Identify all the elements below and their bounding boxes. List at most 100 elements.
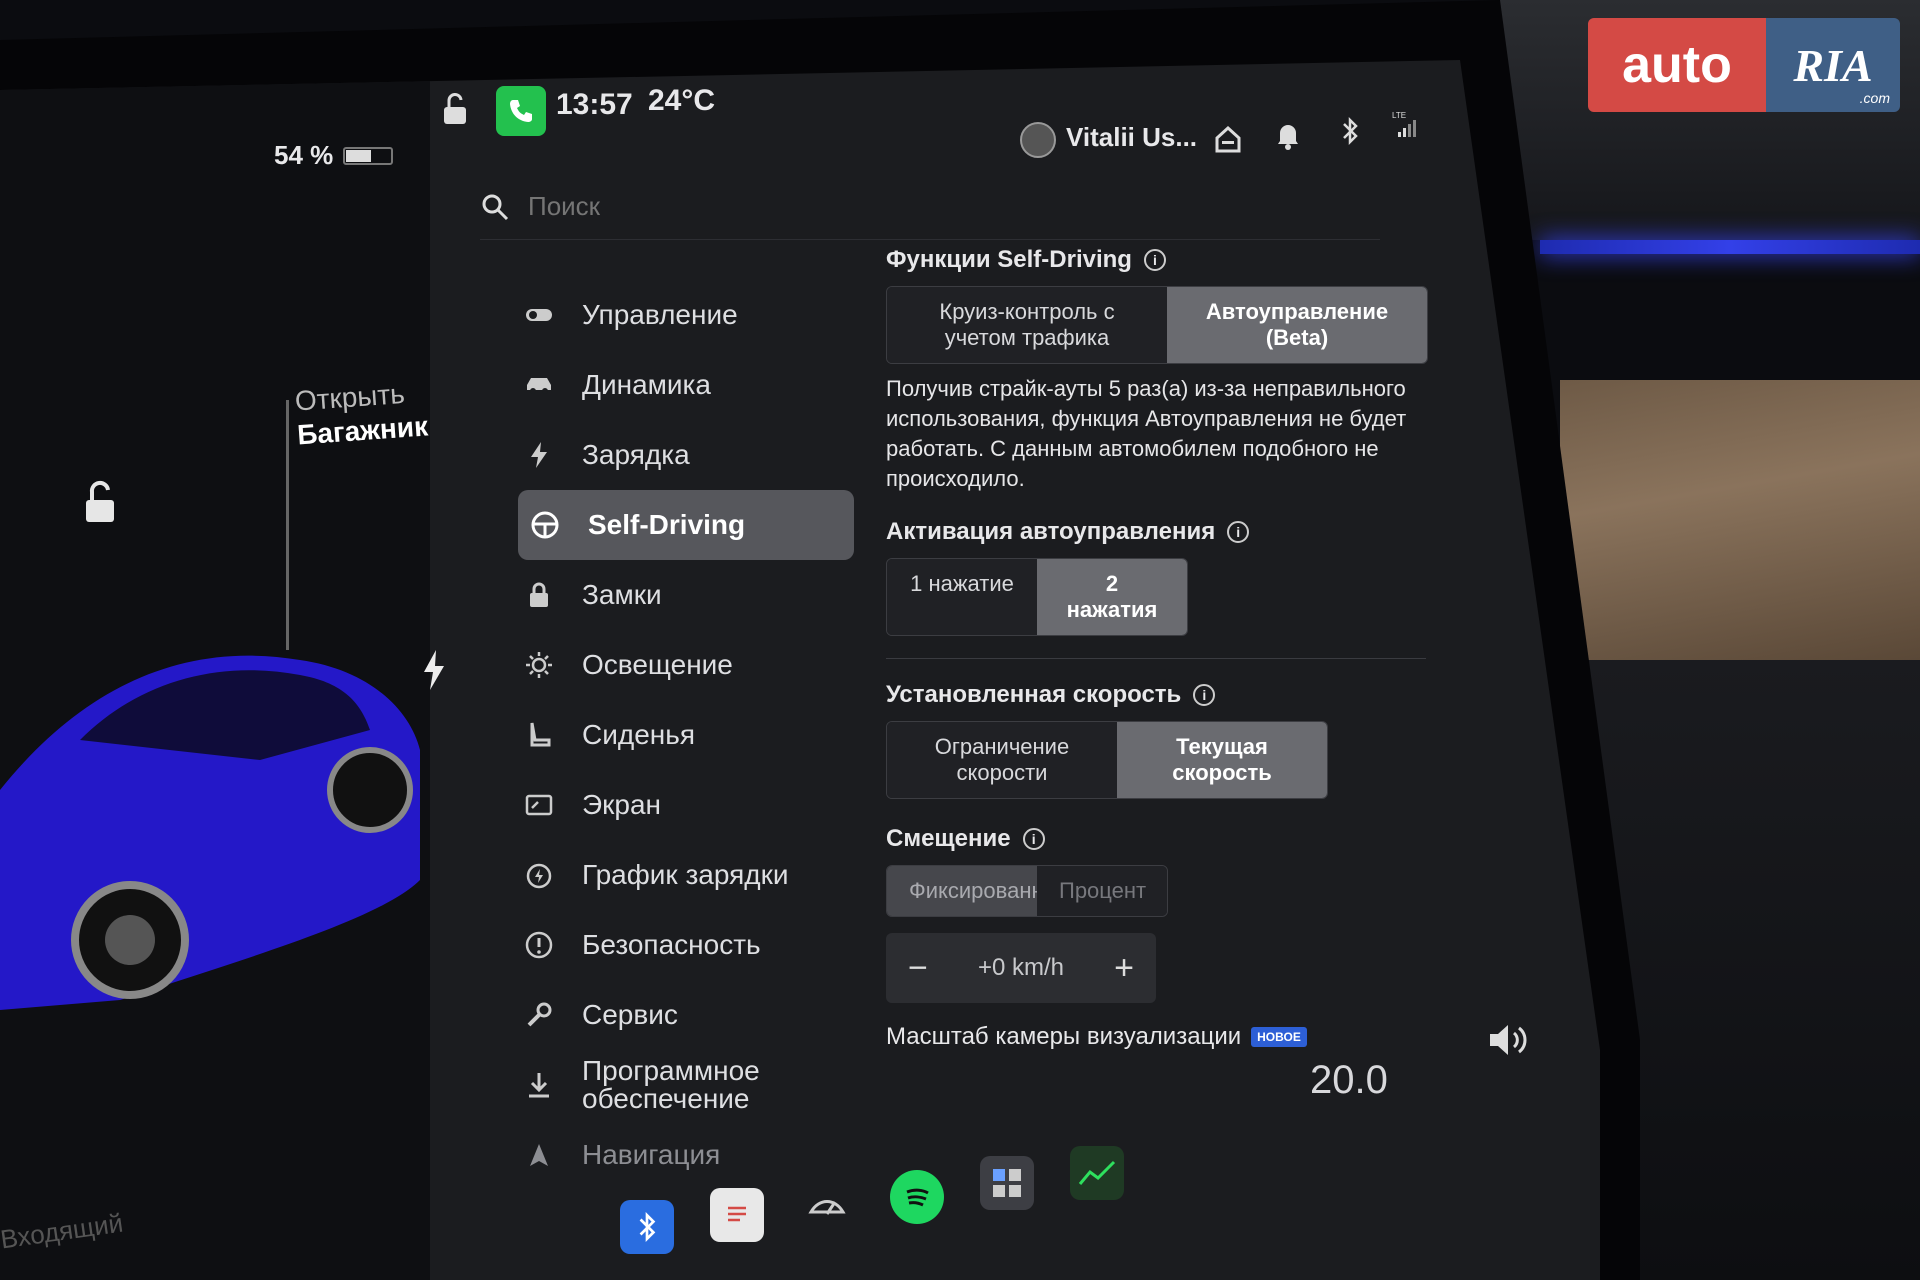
sidebar-item-software[interactable]: Программное обеспечение [512,1050,862,1120]
spotify-icon [906,1188,929,1207]
unlock-icon[interactable] [80,480,120,524]
home-icon[interactable] [1214,124,1242,154]
self-driving-settings: Функции Self-Driving i Круиз-контроль с … [886,246,1486,1051]
car-status-panel: 54 % Открыть Багажник Входящий [0,60,444,1280]
search-icon [482,194,509,220]
logo-ria-text: RIA [1793,39,1873,91]
search-input[interactable] [528,191,1128,222]
touchscreen: 54 % Открыть Багажник Входящий 13:57 24°… [0,60,1600,1280]
open-trunk-button[interactable]: Открыть Багажник [294,376,429,453]
info-icon[interactable]: i [1022,828,1045,850]
info-icon[interactable]: i [1227,521,1250,543]
ambient-light-strip [1540,240,1920,254]
fixed-offset-option[interactable]: Фиксированно [887,866,1056,916]
settings-sidebar: Управление Динамика Зарядка Self-Driving… [512,280,862,1190]
new-badge: НОВОЕ [1251,1027,1307,1047]
info-icon[interactable]: i [1143,249,1166,271]
bell-icon[interactable] [1274,120,1302,150]
autosteer-option[interactable]: Автоуправление (Beta) [1167,287,1427,363]
set-speed-selector: Ограничение скорости Текущая скорость [886,721,1328,799]
sidebar-item-self-driving[interactable]: Self-Driving [518,490,854,560]
profile-name[interactable]: Vitalii Us... [1066,122,1197,153]
sidebar-item-lighting[interactable]: Освещение [512,630,862,700]
autoria-logo: auto RIA .com [1588,18,1900,112]
set-speed-title: Установленная скорость i [886,681,1486,709]
divider [886,658,1426,659]
download-icon [529,1073,549,1098]
sidebar-item-label: Навигация [582,1139,721,1170]
current-speed-option[interactable]: Текущая скорость [1117,722,1327,798]
logo-com-text: .com [1859,90,1890,106]
sidebar-item-seats[interactable]: Сиденья [512,700,862,770]
svg-text:LTE: LTE [1392,111,1406,120]
sidebar-item-service[interactable]: Сервис [512,980,862,1050]
sidebar-item-dynamics[interactable]: Динамика [512,350,862,420]
strikeout-warning: Получив страйк-ауты 5 раз(а) из-за непра… [886,376,1407,491]
battery-icon [343,146,394,165]
sidebar-item-label: Программное обеспечение [582,1055,760,1114]
double-pull-option[interactable]: 2 нажатия [1037,559,1187,635]
clock-bolt-icon [526,863,552,889]
sidebar-item-charge-schedule[interactable]: График зарядки [512,840,862,910]
incoming-call-label: Входящий [0,1207,125,1255]
bolt-icon [531,442,547,468]
car-icon [527,378,551,394]
wiper-icon [808,1200,846,1215]
dock-notepad[interactable] [710,1188,764,1242]
speed-limit-option[interactable]: Ограничение скорости [887,722,1117,798]
sidebar-item-charging[interactable]: Зарядка [512,420,862,490]
activation-title: Активация автоуправления i [886,518,1486,546]
camera-zoom-value[interactable]: 20.0 [1310,1058,1388,1103]
sidebar-item-label: График зарядки [582,859,789,890]
camera-zoom-row: Масштаб камеры визуализации НОВОЕ [886,1023,1486,1051]
offset-value: +0 km/h [977,954,1065,981]
bluetooth-icon[interactable] [1336,116,1364,146]
wood-trim [1560,380,1920,660]
lock-open-icon[interactable] [440,92,474,126]
clock: 13:57 [556,88,633,121]
self-driving-title: Функции Self-Driving i [886,246,1486,274]
sidebar-item-label: Зарядка [582,439,690,470]
sidebar-item-label: Управление [582,299,738,330]
info-icon[interactable]: i [1193,684,1216,706]
offset-selector: Фиксированно Процент [886,865,1168,917]
navigation-icon [530,1144,548,1166]
seat-icon [530,722,551,747]
dock-apps[interactable] [980,1156,1034,1210]
increase-offset-button[interactable]: + [1114,949,1134,988]
phone-button[interactable] [496,86,546,136]
sidebar-item-display[interactable]: Экран [512,770,862,840]
sidebar-item-controls[interactable]: Управление [512,280,862,350]
dock-bluetooth[interactable] [620,1200,674,1254]
sidebar-item-safety[interactable]: Безопасность [512,910,862,980]
dock-spotify[interactable] [890,1170,944,1224]
percent-offset-option[interactable]: Процент [1037,866,1167,916]
volume-icon[interactable] [1486,1020,1530,1060]
sidebar-item-label: Замки [582,579,662,610]
dock-wipers[interactable] [800,1180,854,1234]
sidebar-item-locks[interactable]: Замки [512,560,862,630]
dock-stocks[interactable] [1070,1146,1124,1200]
lte-signal-icon: LTE [1392,111,1416,137]
apps-icon [993,1169,1021,1197]
steering-wheel-icon [531,511,559,539]
traffic-aware-cruise-option[interactable]: Круиз-контроль с учетом трафика [887,287,1167,363]
logo-auto-text: auto [1588,18,1766,112]
decrease-offset-button[interactable]: − [908,949,928,988]
sun-icon [526,652,552,678]
battery-percent: 54 % [274,140,334,170]
section-title-text: Смещение [886,825,1011,852]
avatar[interactable] [1020,122,1056,158]
logo-ria-block: RIA .com [1766,18,1900,112]
lock-icon [530,582,548,607]
charge-port-icon[interactable] [420,650,448,690]
wrench-icon [527,1002,552,1027]
search-bar[interactable] [480,174,1380,240]
sidebar-item-label: Безопасность [582,929,761,960]
single-pull-option[interactable]: 1 нажатие [887,559,1037,635]
sidebar-item-label: Сервис [582,999,678,1030]
battery-indicator: 54 % [274,140,394,171]
sidebar-item-label: Освещение [582,649,733,680]
offset-title: Смещение i [886,825,1486,853]
notepad-icon [728,1206,746,1222]
